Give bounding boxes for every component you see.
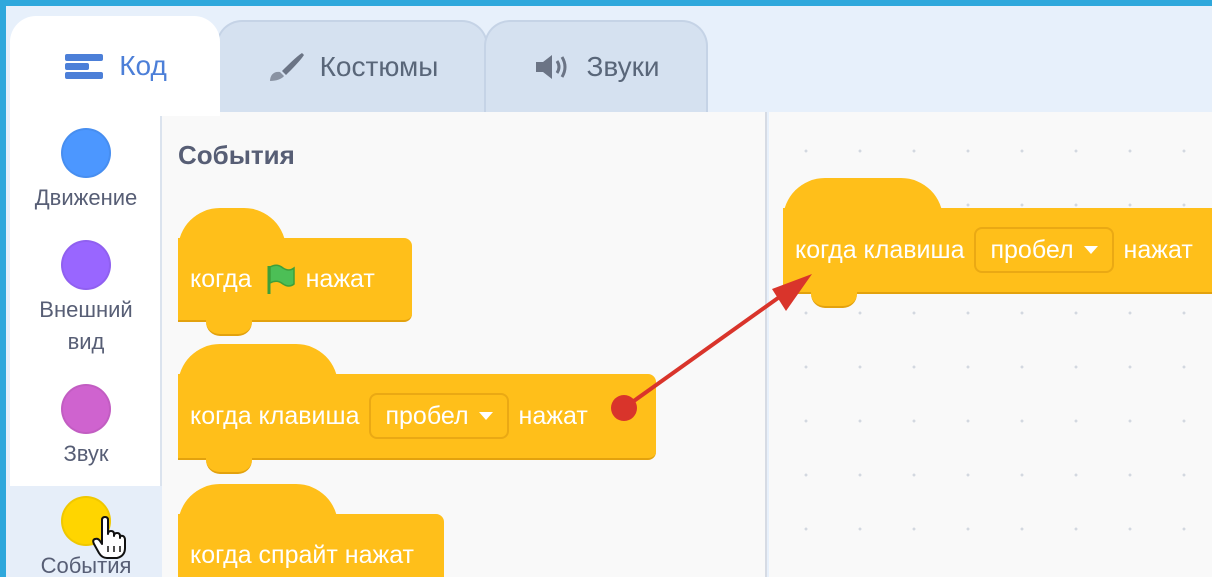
category-motion[interactable]: Движение xyxy=(10,128,162,238)
block-palette: События когда нажат когда клавиша пробел xyxy=(162,112,767,577)
chevron-down-icon xyxy=(478,412,493,420)
looks-category-dot xyxy=(61,240,111,290)
block-text-clicked: нажат xyxy=(305,264,375,293)
tab-costumes[interactable]: Костюмы xyxy=(216,20,488,112)
chevron-down-icon xyxy=(1083,246,1098,254)
script-workspace[interactable]: когда клавиша пробел нажат xyxy=(769,112,1212,577)
block-text-when-key: когда клавиша xyxy=(190,401,360,430)
when-sprite-clicked-block[interactable]: когда спрайт нажат xyxy=(178,484,448,577)
green-flag-icon xyxy=(267,264,295,294)
block-body: когда клавиша пробел нажат xyxy=(783,208,1212,294)
tab-sounds-label: Звуки xyxy=(586,51,660,82)
category-looks[interactable]: Внешний вид xyxy=(10,240,162,382)
workspace-key-dropdown-value: пробел xyxy=(990,235,1074,264)
workspace-block-text-when-key: когда клавиша xyxy=(795,235,965,264)
block-body: когда нажат xyxy=(178,238,412,322)
block-notch xyxy=(206,458,252,474)
category-motion-label: Движение xyxy=(34,185,138,210)
tab-costumes-label: Костюмы xyxy=(319,51,439,82)
category-events[interactable]: События xyxy=(10,486,162,577)
tab-code[interactable]: Код xyxy=(10,16,220,116)
key-dropdown-value: пробел xyxy=(385,401,469,430)
paintbrush-icon xyxy=(269,53,304,81)
category-sound-label: Звук xyxy=(63,441,109,466)
workspace-block-text-pressed: нажат xyxy=(1123,235,1193,264)
block-body: когда спрайт нажат xyxy=(178,514,444,577)
block-text-when: когда xyxy=(190,264,252,293)
category-looks-label: Внешний вид xyxy=(39,297,133,354)
workspace-key-dropdown[interactable]: пробел xyxy=(974,227,1114,273)
block-notch xyxy=(206,320,252,336)
tab-code-label: Код xyxy=(119,50,167,81)
block-text-sprite-clicked: когда спрайт нажат xyxy=(190,540,414,569)
motion-category-dot xyxy=(61,128,111,178)
palette-section-title: События xyxy=(178,140,295,170)
tab-sounds[interactable]: Звуки xyxy=(484,20,708,112)
block-body: когда клавиша пробел нажат xyxy=(178,374,656,460)
block-notch xyxy=(811,292,857,308)
hand-cursor-icon xyxy=(92,516,126,559)
when-flag-clicked-block[interactable]: когда нажат xyxy=(178,208,418,336)
when-key-pressed-block[interactable]: когда клавиша пробел нажат xyxy=(178,344,668,474)
workspace-when-key-pressed-block[interactable]: когда клавиша пробел нажат xyxy=(783,178,1212,308)
block-text-pressed: нажат xyxy=(518,401,588,430)
scratch-editor: Костюмы Звуки Код Движение Внешний вид З… xyxy=(6,6,1212,577)
category-sound[interactable]: Звук xyxy=(10,384,162,484)
code-icon xyxy=(65,54,104,79)
speaker-icon xyxy=(536,55,567,79)
category-menu: Движение Внешний вид Звук События xyxy=(10,112,162,577)
sound-category-dot xyxy=(61,384,111,434)
key-dropdown[interactable]: пробел xyxy=(369,393,509,439)
